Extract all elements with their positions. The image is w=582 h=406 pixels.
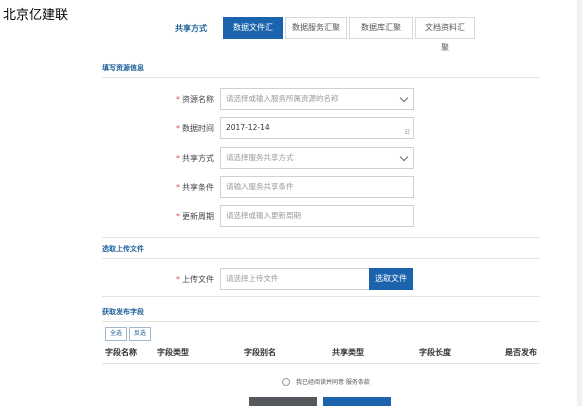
chevron-down-icon[interactable] [399, 152, 409, 162]
column-header-field-alias: 字段别名 [244, 348, 276, 357]
page-scrollbar[interactable] [577, 0, 582, 406]
divider [102, 77, 540, 78]
section-title-publish: 获取发布字段 [102, 308, 144, 316]
agree-radio[interactable] [282, 377, 290, 386]
required-mark: * [176, 123, 180, 133]
tab-data-service[interactable]: 数据服务汇聚 [285, 17, 347, 39]
column-header-field-length: 字段长度 [419, 348, 451, 357]
primary-action-button[interactable] [323, 397, 391, 406]
placeholder-text: 请选择服务共享方式 [226, 153, 294, 162]
placeholder-text: 请选择或输入服务所属资源的名称 [226, 94, 339, 103]
fields-table-header: 字段名称 字段类型 字段别名 共享类型 字段长度 是否发布 [105, 347, 545, 359]
field-label: * 共享方式 [150, 153, 214, 164]
placeholder-text: 请选择上传文件 [226, 274, 279, 283]
column-header-publish-flag: 是否发布 [505, 348, 537, 357]
select-all-button[interactable]: 全选 [105, 327, 128, 341]
agreement-text[interactable]: 我已经阅读并同意 服务条款 [296, 377, 370, 386]
terms-agreement: 我已经阅读并同意 服务条款 [282, 377, 370, 386]
required-mark: * [176, 153, 180, 163]
column-header-share-type: 共享类型 [332, 348, 364, 357]
form-row-upload: * 上传文件 请选择上传文件 选取文件 [150, 268, 413, 290]
share-mode-tabs: 共享方式 数据文件汇聚 数据服务汇聚 数据库汇聚 文档资料汇聚 [175, 17, 477, 52]
select-file-button[interactable]: 选取文件 [369, 268, 413, 290]
placeholder-text: 请选择或输入更新周期 [226, 211, 301, 220]
field-label: * 共享条件 [150, 182, 214, 193]
field-label: * 上传文件 [150, 274, 214, 285]
share-mode-label: 共享方式 [175, 23, 207, 33]
calendar-icon[interactable]: ☷ [405, 123, 410, 143]
resource-name-select[interactable]: 请选择或输入服务所属资源的名称 [220, 88, 414, 110]
required-mark: * [176, 211, 180, 221]
field-label: * 资源名称 [150, 94, 214, 105]
form-row-share-mode: * 共享方式 请选择服务共享方式 [150, 147, 414, 169]
required-mark: * [176, 94, 180, 104]
field-label: * 更新周期 [150, 211, 214, 222]
share-mode-field-label: 共享方式 [182, 153, 214, 163]
share-mode-select[interactable]: 请选择服务共享方式 [220, 147, 414, 169]
data-time-label: 数据时间 [182, 123, 214, 133]
divider [102, 363, 540, 364]
form-row-share-condition: * 共享条件 请输入服务共享条件 [150, 176, 414, 198]
chevron-down-icon[interactable] [399, 93, 409, 103]
invert-selection-button[interactable]: 反选 [129, 327, 152, 341]
tab-data-file[interactable]: 数据文件汇聚 [223, 17, 283, 52]
column-header-field-name: 字段名称 [105, 348, 137, 357]
update-cycle-input[interactable]: 请选择或输入更新周期 [220, 205, 414, 227]
divider [102, 258, 540, 259]
brand-logo: 北京亿建联 [3, 8, 69, 23]
resource-name-label: 资源名称 [182, 94, 214, 104]
secondary-action-button[interactable] [249, 397, 317, 406]
divider [102, 237, 540, 238]
share-condition-input[interactable]: 请输入服务共享条件 [220, 176, 414, 198]
upload-file-input[interactable]: 请选择上传文件 [220, 268, 369, 290]
form-row-data-time: * 数据时间 2017-12-14 ☷ [150, 117, 414, 139]
column-header-field-type: 字段类型 [157, 348, 189, 357]
data-time-input[interactable]: 2017-12-14 ☷ [220, 117, 414, 139]
placeholder-text: 请输入服务共享条件 [226, 182, 294, 191]
tab-database[interactable]: 数据库汇聚 [349, 17, 413, 39]
required-mark: * [176, 274, 180, 284]
tab-document[interactable]: 文档资料汇聚 [415, 17, 475, 52]
divider [102, 296, 540, 297]
form-row-resource-name: * 资源名称 请选择或输入服务所属资源的名称 [150, 88, 414, 110]
upload-label: 上传文件 [182, 274, 214, 284]
form-row-update-cycle: * 更新周期 请选择或输入更新周期 [150, 205, 414, 227]
update-cycle-label: 更新周期 [182, 211, 214, 221]
divider [102, 321, 540, 322]
data-time-value: 2017-12-14 [226, 123, 270, 132]
section-title-resource: 填写资源信息 [102, 64, 144, 72]
share-condition-label: 共享条件 [182, 182, 214, 192]
required-mark: * [176, 182, 180, 192]
section-title-upload: 选取上传文件 [102, 245, 144, 253]
field-label: * 数据时间 [150, 123, 214, 134]
